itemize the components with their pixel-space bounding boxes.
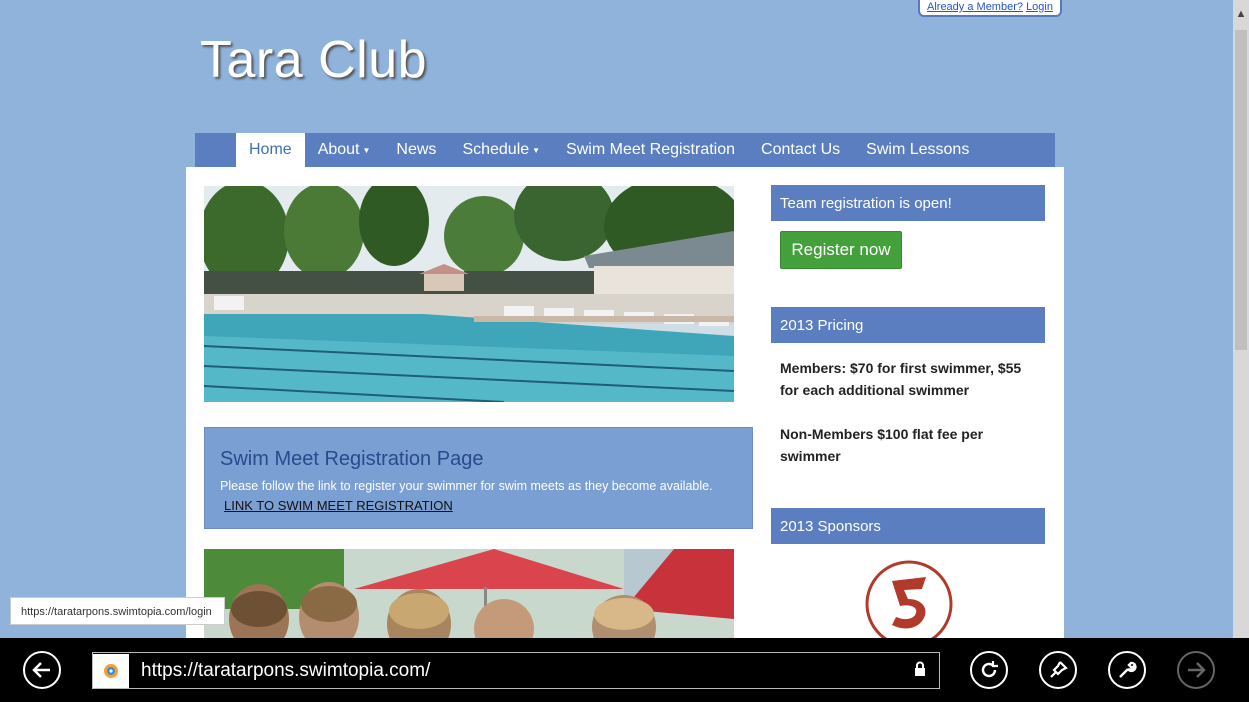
nav-home-label: Home <box>249 141 292 158</box>
nav-contact-label: Contact Us <box>761 141 841 158</box>
pin-button[interactable] <box>1039 651 1077 689</box>
site-title: Tara Club <box>200 31 428 89</box>
notice-title: Swim Meet Registration Page <box>220 448 484 470</box>
register-now-button[interactable]: Register now <box>780 231 902 269</box>
main-nav: Home About ▼ News Schedule ▼ Swim Meet Reg… <box>195 133 1055 167</box>
caret-down-icon: ▼ <box>362 145 371 155</box>
nav-swim-meet-label: Swim Meet Registration <box>566 141 736 158</box>
pool-photo <box>204 186 734 402</box>
nav-news[interactable]: News <box>383 133 449 167</box>
refresh-button[interactable] <box>970 651 1008 689</box>
nav-schedule-label: Schedule <box>462 141 530 158</box>
nav-news-label: News <box>396 141 437 158</box>
login-link[interactable]: Login <box>1026 1 1053 13</box>
page-tools-button[interactable] <box>1108 651 1146 689</box>
link-status-url: https://taratarpons.swimtopia.com/login <box>10 597 225 625</box>
caret-down-icon: ▼ <box>532 145 541 155</box>
lock-icon[interactable] <box>913 661 927 680</box>
pricing-nonmembers-text: Non-Members $100 flat fee per swimmer <box>780 426 984 464</box>
address-bar[interactable]: https://taratarpons.swimtopia.com/ <box>92 652 940 689</box>
content-panel: Swim Meet Registration Page Please follo… <box>186 167 1064 649</box>
pin-icon <box>1050 661 1068 678</box>
swimmers-photo <box>204 549 734 649</box>
login-prefix[interactable]: Already a Member? <box>927 1 1023 13</box>
arrow-left-icon <box>32 662 50 678</box>
nav-about[interactable]: About ▼ <box>305 133 384 167</box>
nav-home[interactable]: Home <box>236 133 305 167</box>
scroll-thumb[interactable] <box>1235 30 1247 350</box>
nav-contact-us[interactable]: Contact Us <box>748 133 853 167</box>
nav-schedule[interactable]: Schedule ▼ <box>449 133 553 167</box>
nav-swim-lessons-label: Swim Lessons <box>866 141 970 158</box>
swim-meet-notice: Swim Meet Registration Page Please follo… <box>204 427 753 529</box>
member-login-tab[interactable]: Already a Member? Login <box>918 0 1062 17</box>
nav-swim-lessons[interactable]: Swim Lessons <box>853 133 982 167</box>
sponsors-header: 2013 Sponsors <box>771 508 1045 544</box>
pricing-header: 2013 Pricing <box>771 307 1045 343</box>
nav-swim-meet-registration[interactable]: Swim Meet Registration <box>553 133 748 167</box>
arrow-right-icon <box>1188 662 1206 678</box>
notice-text: Please follow the link to register your … <box>220 479 713 493</box>
url-text[interactable]: https://taratarpons.swimtopia.com/ <box>141 660 913 682</box>
scroll-up-icon[interactable]: ▲ <box>1233 8 1249 20</box>
site-favicon-icon <box>93 653 129 688</box>
browser-toolbar: https://taratarpons.swimtopia.com/ <box>0 638 1249 702</box>
back-button[interactable] <box>23 651 61 689</box>
wrench-icon <box>1119 661 1137 678</box>
sponsor-logo[interactable] <box>864 559 954 649</box>
team-registration-header: Team registration is open! <box>771 185 1045 221</box>
vertical-scrollbar[interactable]: ▲ <box>1233 0 1249 640</box>
pricing-members-text: Members: $70 for first swimmer, $55 for … <box>780 360 1022 398</box>
refresh-icon <box>981 661 998 678</box>
swim-meet-registration-link[interactable]: LINK TO SWIM MEET REGISTRATION <box>224 498 453 513</box>
nav-about-label: About <box>317 141 360 158</box>
forward-button[interactable] <box>1177 651 1215 689</box>
